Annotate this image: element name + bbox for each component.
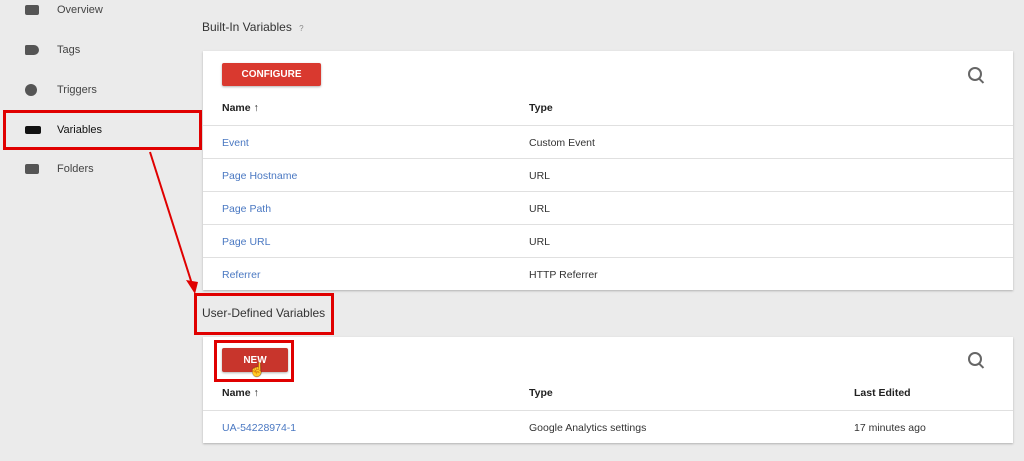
- highlight-box-userdefined: [194, 293, 334, 335]
- column-header-last-edited: Last Edited: [854, 387, 911, 399]
- table-row[interactable]: Referrer HTTP Referrer: [203, 257, 1013, 291]
- table-row[interactable]: UA-54228974-1 Google Analytics settings 17…: [203, 410, 1013, 444]
- column-header-type: Type: [529, 102, 553, 114]
- configure-button[interactable]: CONFIGURE: [222, 63, 321, 86]
- column-header-name[interactable]: Name ↑: [222, 102, 259, 114]
- column-header-type: Type: [529, 387, 553, 399]
- table-row[interactable]: Page Path URL: [203, 191, 1013, 225]
- table-row[interactable]: Event Custom Event: [203, 125, 1013, 159]
- table-row[interactable]: Page Hostname URL: [203, 158, 1013, 192]
- userdefined-variables-card: NEW Name ↑ Type Last Edited UA-54228974-…: [203, 337, 1013, 443]
- builtin-variables-card: CONFIGURE Name ↑ Type Event Custom Event …: [203, 51, 1013, 290]
- search-icon[interactable]: [968, 67, 982, 81]
- hand-cursor-icon: ☝: [249, 362, 266, 377]
- builtin-title: Built-In Variables ?: [202, 20, 304, 34]
- table-row[interactable]: Page URL URL: [203, 224, 1013, 258]
- help-icon[interactable]: ?: [299, 24, 303, 33]
- search-icon[interactable]: [968, 352, 982, 366]
- column-header-name[interactable]: Name ↑: [222, 387, 259, 399]
